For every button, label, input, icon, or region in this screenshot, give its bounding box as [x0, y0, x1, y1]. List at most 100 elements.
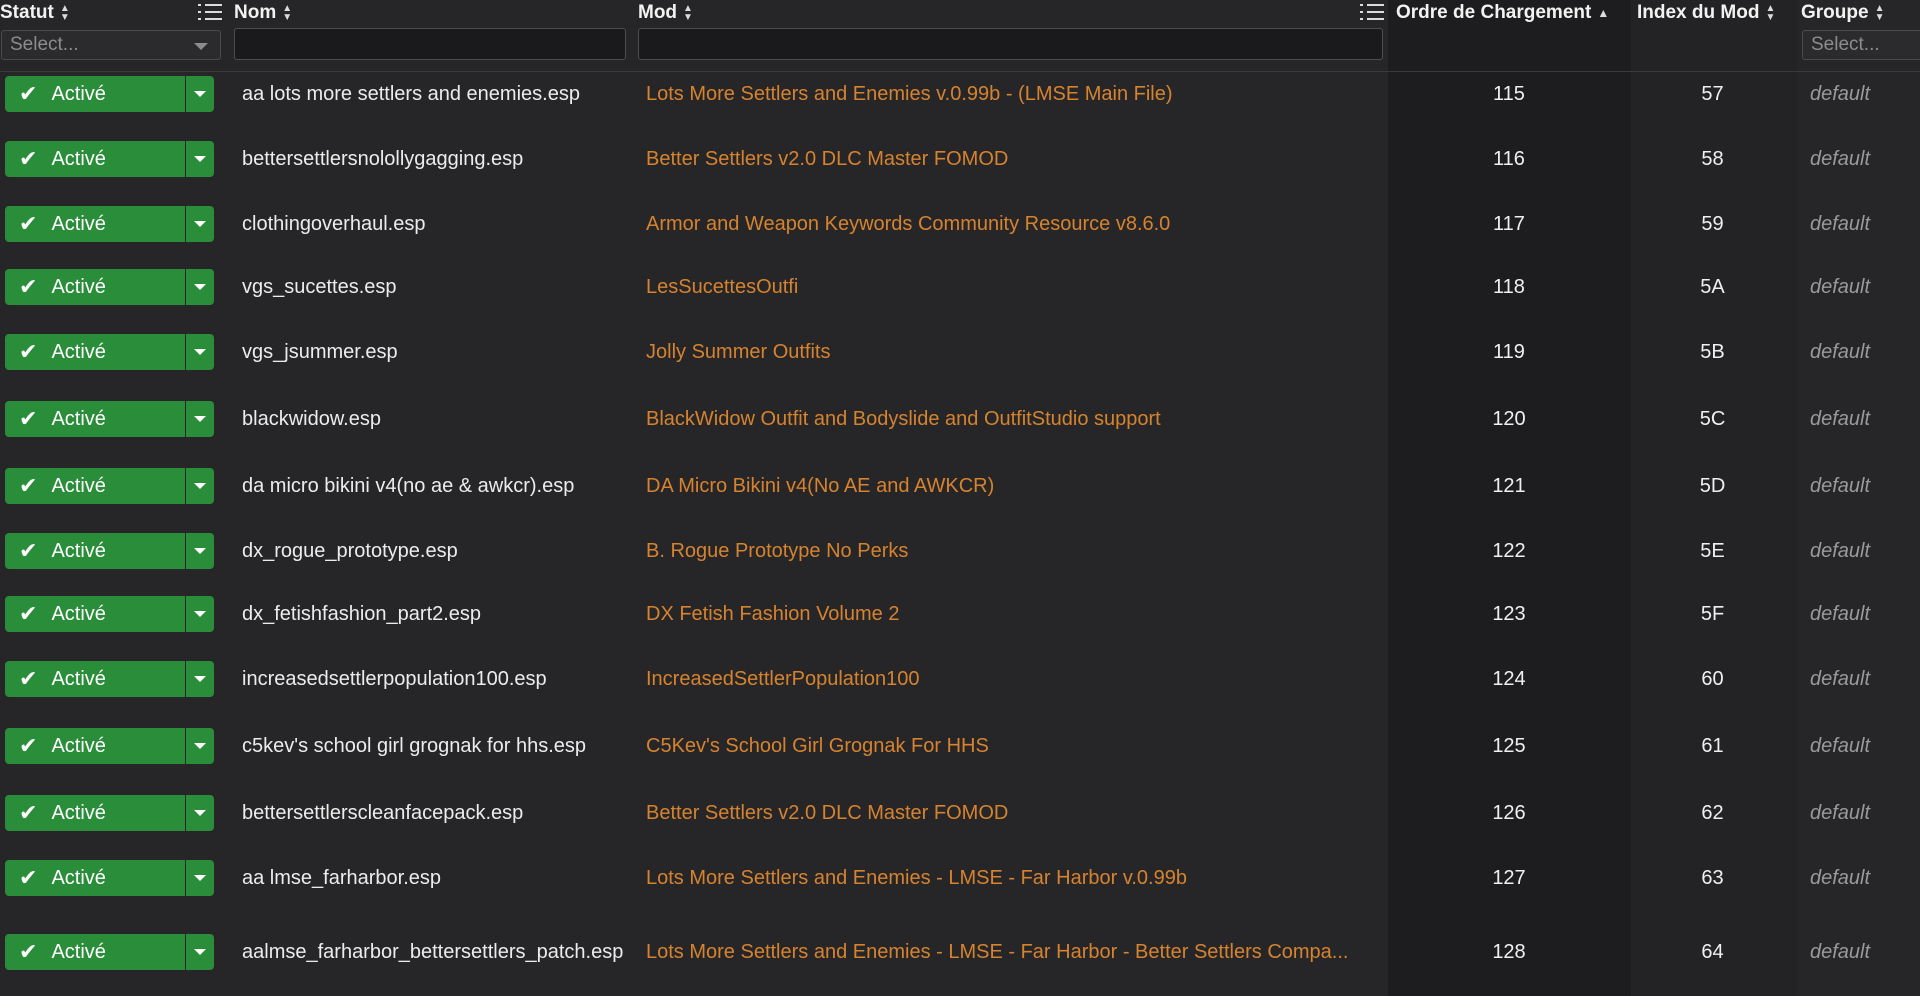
mod-link[interactable]: IncreasedSettlerPopulation100	[646, 659, 920, 699]
mod-link[interactable]: Jolly Summer Outfits	[646, 332, 830, 372]
column-header-nom[interactable]: Nom ▲ ▼	[234, 0, 292, 26]
load-order: 120	[1492, 407, 1526, 430]
status-button-group: ✔ Activé	[5, 596, 214, 632]
plugin-name-text: increasedsettlerpopulation100.esp	[242, 667, 547, 690]
status-dropdown-button[interactable]	[186, 934, 214, 970]
column-header-ordre[interactable]: Ordre de Chargement ▲	[1396, 0, 1609, 26]
status-dropdown-button[interactable]	[186, 728, 214, 764]
column-header-ordre-label: Ordre de Chargement	[1396, 2, 1592, 23]
status-dropdown-button[interactable]	[186, 206, 214, 242]
status-toggle-button[interactable]: ✔ Activé	[5, 141, 185, 177]
status-toggle-button[interactable]: ✔ Activé	[5, 795, 185, 831]
status-toggle-button[interactable]: ✔ Activé	[5, 860, 185, 896]
plugin-name: bettersettlerscleanfacepack.esp	[242, 793, 523, 833]
mod-link[interactable]: BlackWidow Outfit and Bodyslide and Outf…	[646, 399, 1161, 439]
status-toggle-button[interactable]: ✔ Activé	[5, 661, 185, 697]
status-button-group: ✔ Activé	[5, 728, 214, 764]
mod-link[interactable]: C5Kev's School Girl Grognak For HHS	[646, 726, 989, 766]
status-dropdown-button[interactable]	[186, 76, 214, 112]
sort-ascending-icon[interactable]: ▲	[1597, 7, 1609, 19]
plugin-name-line: aa	[242, 941, 265, 963]
chevron-down-icon	[194, 43, 208, 50]
status-dropdown-button[interactable]	[186, 468, 214, 504]
status-label: Activé	[51, 940, 106, 963]
sort-icon[interactable]: ▲ ▼	[1875, 4, 1885, 23]
status-label: Activé	[51, 667, 106, 690]
plugin-name: aa lmse_farharbor.esp	[242, 858, 441, 898]
load-order: 123	[1492, 602, 1526, 625]
status-toggle-button[interactable]: ✔ Activé	[5, 468, 185, 504]
mod-index: 62	[1701, 801, 1724, 824]
check-icon: ✔	[19, 800, 38, 825]
status-label: Activé	[51, 407, 106, 430]
column-header-statut-label: Statut	[0, 2, 54, 23]
status-toggle-button[interactable]: ✔ Activé	[5, 334, 185, 370]
mod-link[interactable]: Better Settlers v2.0 DLC Master FOMOD	[646, 139, 1008, 179]
check-icon: ✔	[19, 865, 38, 890]
status-toggle-button[interactable]: ✔ Activé	[5, 206, 185, 242]
column-header-mod[interactable]: Mod ▲ ▼	[638, 0, 693, 26]
status-toggle-button[interactable]: ✔ Activé	[5, 596, 185, 632]
status-dropdown-button[interactable]	[186, 860, 214, 896]
groupe-filter-select[interactable]: Select...	[1802, 30, 1920, 60]
status-dropdown-button[interactable]	[186, 533, 214, 569]
status-toggle-button[interactable]: ✔ Activé	[5, 401, 185, 437]
plugin-name-text: clothingoverhaul.esp	[242, 212, 426, 235]
mod-link[interactable]: Better Settlers v2.0 DLC Master FOMOD	[646, 793, 1008, 833]
column-chooser-icon[interactable]	[198, 2, 222, 22]
status-dropdown-button[interactable]	[186, 596, 214, 632]
status-label: Activé	[51, 602, 106, 625]
status-button-group: ✔ Activé	[5, 661, 214, 697]
group-label: default	[1809, 940, 1871, 963]
plugin-name: aa lmse_farharbor_bettersettlers_patch.es…	[242, 932, 623, 972]
mod-link[interactable]: Lots More Settlers and Enemies - LMSE - …	[646, 858, 1187, 898]
status-dropdown-button[interactable]	[186, 401, 214, 437]
column-header-index[interactable]: Index du Mod ▲ ▼	[1637, 0, 1775, 26]
status-label: Activé	[51, 866, 106, 889]
plugin-name: vgs_jsummer.esp	[242, 332, 398, 372]
status-toggle-button[interactable]: ✔ Activé	[5, 533, 185, 569]
status-dropdown-button[interactable]	[186, 661, 214, 697]
statut-filter-select[interactable]: Select...	[1, 30, 221, 60]
status-button-group: ✔ Activé	[5, 401, 214, 437]
load-order: 124	[1492, 667, 1526, 690]
status-label: Activé	[51, 734, 106, 757]
plugin-name-text: da micro bikini v4(no ae & awkcr).esp	[242, 474, 575, 497]
mod-link[interactable]: Lots More Settlers and Enemies - LMSE - …	[646, 932, 1348, 972]
status-button-group: ✔ Activé	[5, 269, 214, 305]
mod-link[interactable]: Lots More Settlers and Enemies v.0.99b -…	[646, 74, 1173, 114]
status-toggle-button[interactable]: ✔ Activé	[5, 934, 185, 970]
group-label: default	[1809, 474, 1871, 497]
mod-link[interactable]: B. Rogue Prototype No Perks	[646, 531, 908, 571]
plugin-name-text: dx_fetishfashion_part2.esp	[242, 602, 482, 625]
statut-filter-placeholder: Select...	[10, 34, 79, 55]
mod-link[interactable]: DA Micro Bikini v4(No AE and AWKCR)	[646, 466, 994, 506]
status-toggle-button[interactable]: ✔ Activé	[5, 728, 185, 764]
column-chooser-icon[interactable]	[1360, 2, 1384, 22]
mod-filter-input[interactable]	[638, 28, 1383, 60]
column-header-groupe[interactable]: Groupe ▲ ▼	[1801, 0, 1884, 26]
sort-icon[interactable]: ▲ ▼	[683, 4, 693, 23]
status-toggle-button[interactable]: ✔ Activé	[5, 76, 185, 112]
mod-link[interactable]: Armor and Weapon Keywords Community Reso…	[646, 204, 1170, 244]
status-button-group: ✔ Activé	[5, 533, 214, 569]
status-dropdown-button[interactable]	[186, 269, 214, 305]
mod-link[interactable]: LesSucettesOutfi	[646, 267, 798, 307]
status-toggle-button[interactable]: ✔ Activé	[5, 269, 185, 305]
status-dropdown-button[interactable]	[186, 334, 214, 370]
sort-icon[interactable]: ▲ ▼	[60, 4, 70, 23]
status-label: Activé	[51, 340, 106, 363]
sort-icon[interactable]: ▲ ▼	[282, 4, 292, 23]
status-button-group: ✔ Activé	[5, 334, 214, 370]
status-label: Activé	[51, 147, 106, 170]
status-dropdown-button[interactable]	[186, 141, 214, 177]
status-dropdown-button[interactable]	[186, 795, 214, 831]
group-label: default	[1809, 212, 1871, 235]
nom-filter-input[interactable]	[234, 28, 626, 60]
plugin-name-text: aa lots more settlers and enemies.esp	[242, 82, 580, 105]
sort-icon[interactable]: ▲ ▼	[1765, 4, 1775, 23]
mod-link[interactable]: DX Fetish Fashion Volume 2	[646, 594, 899, 634]
plugin-name: vgs_sucettes.esp	[242, 267, 397, 307]
column-header-mod-label: Mod	[638, 2, 678, 23]
column-header-statut[interactable]: Statut ▲ ▼	[0, 0, 70, 26]
